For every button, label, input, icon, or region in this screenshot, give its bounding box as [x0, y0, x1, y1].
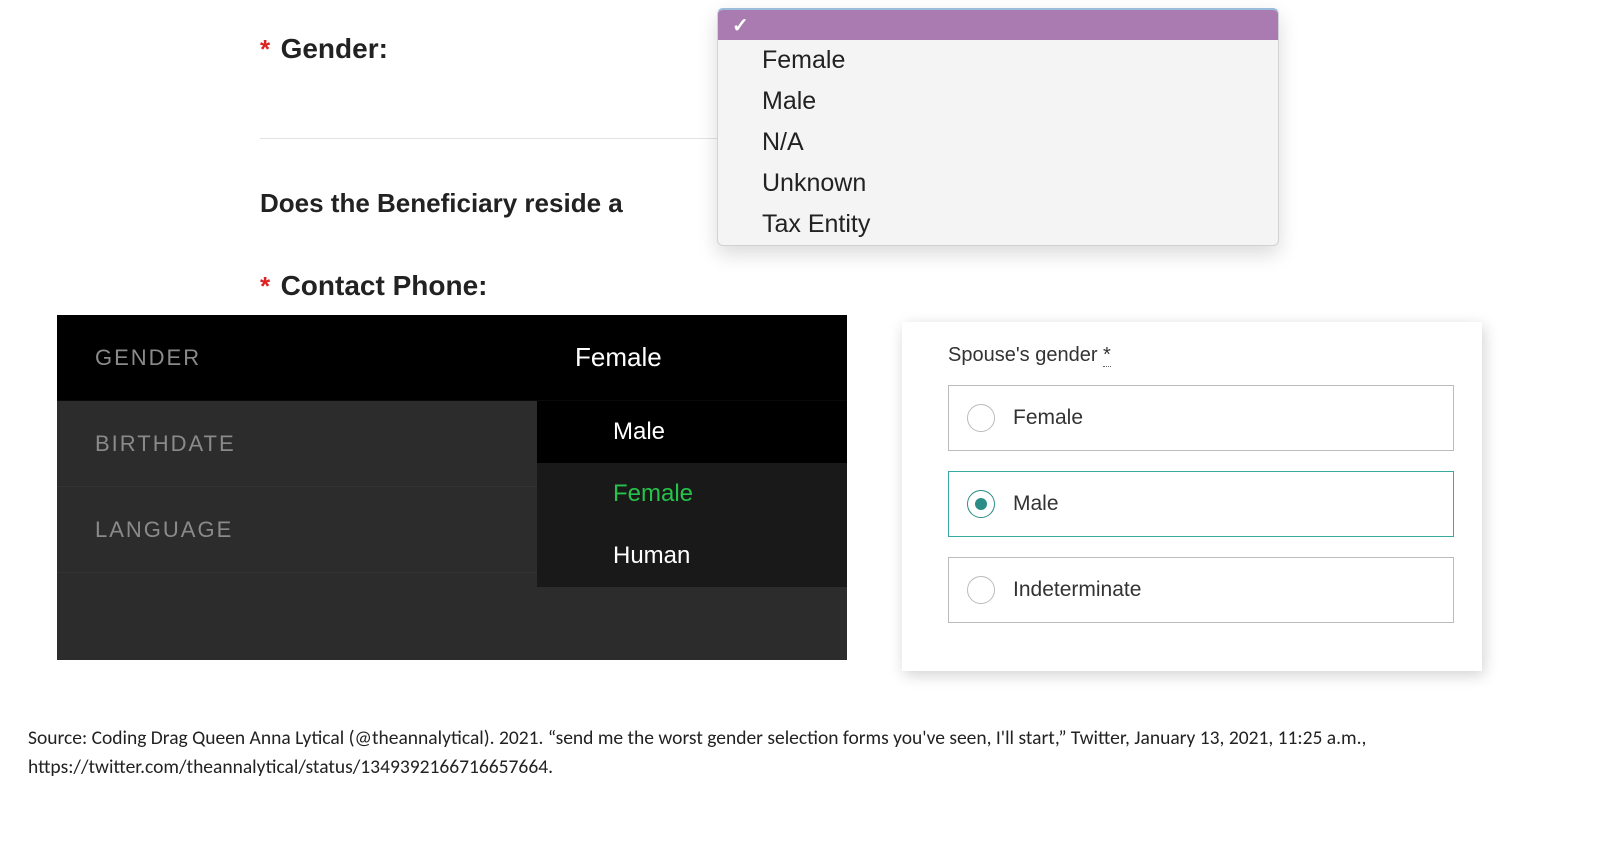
settings-row-gender[interactable]: GENDER Female: [57, 315, 847, 401]
dropdown-selected-row[interactable]: ✓: [718, 10, 1278, 40]
radio-label-male: Male: [1013, 492, 1059, 516]
gender-label: Gender:: [281, 33, 388, 64]
settings-key-language: LANGUAGE: [57, 517, 575, 543]
radio-option-female[interactable]: Female: [948, 385, 1454, 451]
settings-value-gender: Female: [575, 342, 662, 373]
radio-option-indeterminate[interactable]: Indeterminate: [948, 557, 1454, 623]
dropdown-option-unknown[interactable]: Unknown: [718, 163, 1278, 204]
beneficiary-question: Does the Beneficiary reside a: [260, 188, 730, 219]
checkmark-icon: ✓: [732, 13, 749, 38]
divider: [260, 138, 720, 139]
dropdown-option-female[interactable]: Female: [718, 40, 1278, 81]
spouse-gender-label-text: Spouse's gender: [948, 344, 1097, 366]
dropdown-option-na[interactable]: N/A: [718, 122, 1278, 163]
radio-option-male[interactable]: Male: [948, 471, 1454, 537]
required-asterisk: *: [260, 271, 270, 298]
radio-icon: [967, 404, 995, 432]
panel-a-clip: * Gender: Does the Beneficiary reside a …: [0, 0, 1600, 312]
submenu-option-human[interactable]: Human: [537, 525, 847, 587]
radio-label-female: Female: [1013, 406, 1083, 430]
panel-c-spouse-gender: Spouse's gender * Female Male Indetermin…: [902, 322, 1482, 671]
panel-b-dark-settings: GENDER Female BIRTHDATE LANGUAGE Male Fe…: [57, 315, 847, 660]
settings-key-birthdate: BIRTHDATE: [57, 431, 575, 457]
figure-composite: * Gender: Does the Beneficiary reside a …: [0, 0, 1600, 853]
submenu-option-male[interactable]: Male: [537, 401, 847, 463]
panel-a-form: * Gender: Does the Beneficiary reside a …: [260, 18, 1310, 312]
dropdown-option-male[interactable]: Male: [718, 81, 1278, 122]
contact-phone-label: Contact Phone:: [281, 270, 488, 298]
spouse-gender-label: Spouse's gender *: [948, 344, 1454, 367]
settings-key-gender: GENDER: [57, 345, 575, 371]
submenu-option-female[interactable]: Female: [537, 463, 847, 525]
gender-dropdown[interactable]: ✓ Female Male N/A Unknown Tax Entity: [717, 8, 1279, 246]
required-asterisk: *: [260, 34, 270, 64]
required-asterisk: *: [1103, 344, 1111, 367]
gender-submenu: Male Female Human: [537, 401, 847, 587]
radio-icon: [967, 490, 995, 518]
radio-label-indeterminate: Indeterminate: [1013, 578, 1141, 602]
dropdown-option-tax-entity[interactable]: Tax Entity: [718, 204, 1278, 245]
source-caption: Source: Coding Drag Queen Anna Lytical (…: [28, 724, 1560, 783]
contact-phone-row: * Contact Phone:: [260, 270, 487, 298]
radio-icon: [967, 576, 995, 604]
gender-field-row: * Gender:: [260, 33, 388, 65]
